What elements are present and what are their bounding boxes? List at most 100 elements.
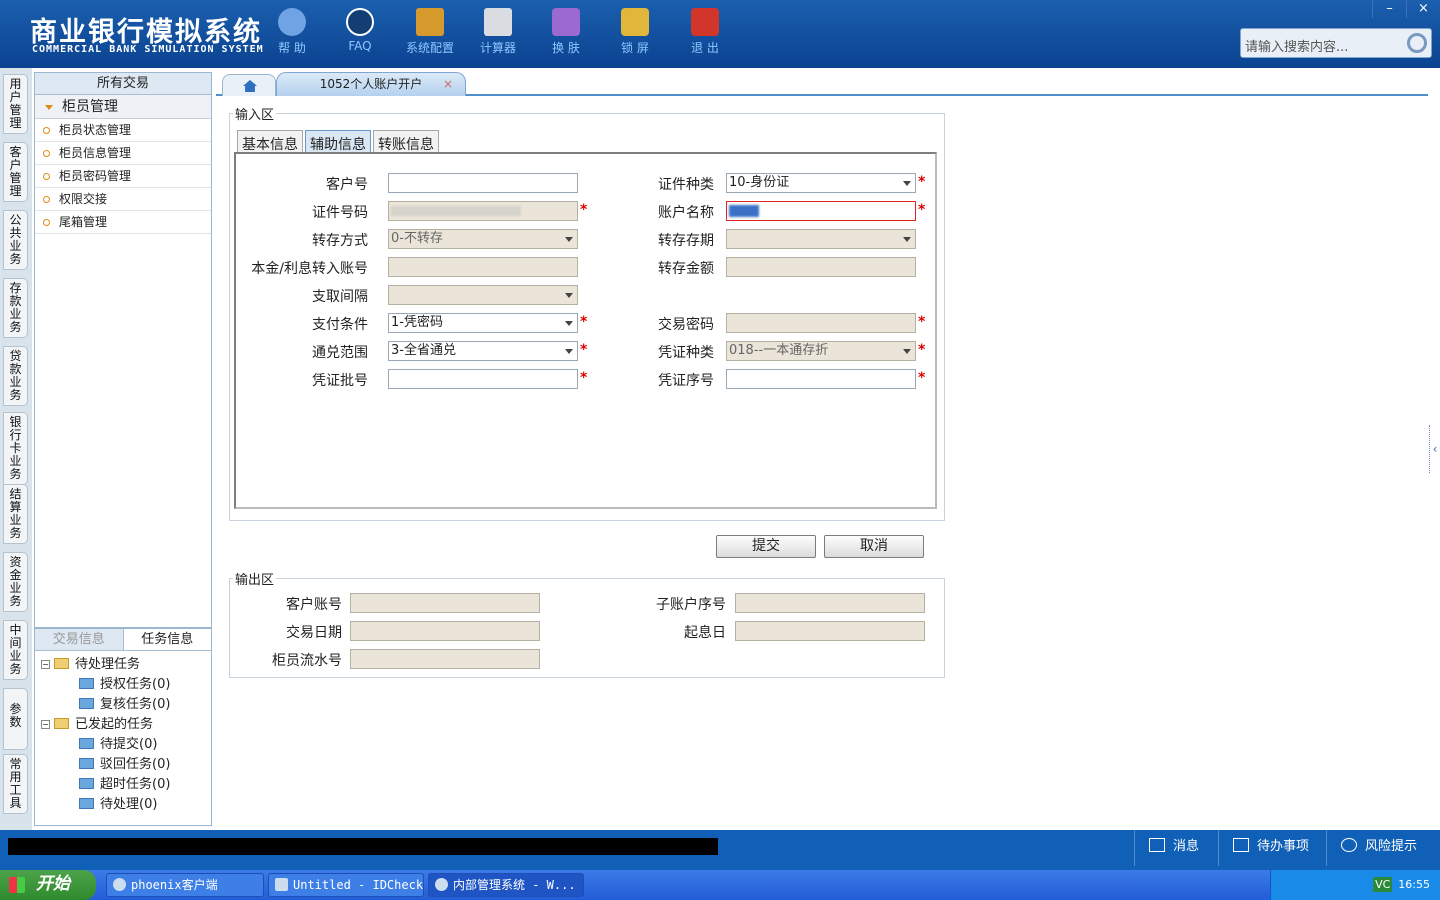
- collapse-icon[interactable]: −: [41, 720, 50, 729]
- nav-item-permission-handover[interactable]: 权限交接: [35, 188, 211, 211]
- taskbar-item-idcheck[interactable]: Untitled - IDCheck: [268, 873, 424, 897]
- messages-label: 消息: [1173, 839, 1200, 854]
- subtab-transfer-info[interactable]: 转账信息: [373, 130, 439, 153]
- tree-node-pending[interactable]: − 待处理任务: [41, 653, 140, 672]
- os-taskbar: 开始 phoenix客户端 Untitled - IDCheck 内部管理系统 …: [0, 870, 1440, 900]
- customer-account-label: 客户账号: [286, 597, 342, 613]
- help-button[interactable]: 帮 助: [262, 8, 322, 56]
- exit-button[interactable]: 退 出: [675, 8, 735, 56]
- nav-item-teller-password[interactable]: 柜员密码管理: [35, 165, 211, 188]
- calculator-button[interactable]: 计算器: [468, 8, 528, 56]
- voucher-serial-input[interactable]: [726, 369, 916, 389]
- close-window-button[interactable]: ×: [1406, 0, 1440, 18]
- tree-node-timeout[interactable]: 超时任务(0): [79, 773, 170, 792]
- account-name-input[interactable]: [726, 201, 916, 221]
- transaction-nav: 所有交易 柜员管理 柜员状态管理 柜员信息管理 柜员密码管理 权限交接 尾箱管理: [34, 72, 212, 628]
- skin-button[interactable]: 换 肤: [536, 8, 596, 56]
- speech-bubble-icon: [1341, 838, 1357, 852]
- nav-item-teller-info[interactable]: 柜员信息管理: [35, 142, 211, 165]
- taskbar-item-phoenix[interactable]: phoenix客户端: [106, 873, 264, 897]
- module-tab-loan[interactable]: 贷款业务: [3, 346, 28, 406]
- tab-task-info[interactable]: 任务信息: [122, 629, 211, 650]
- module-tab-tools[interactable]: 常用工具: [3, 754, 28, 814]
- todo-button[interactable]: 待办事项: [1218, 830, 1322, 866]
- folder-icon: [79, 798, 94, 809]
- customer-no-input[interactable]: [388, 173, 578, 193]
- lock-screen-label: 锁 屏: [621, 41, 649, 55]
- required-mark: *: [580, 370, 588, 386]
- rollover-amount-input[interactable]: [726, 257, 916, 277]
- nav-item-teller-status[interactable]: 柜员状态管理: [35, 119, 211, 142]
- search-icon[interactable]: [1407, 33, 1427, 53]
- principal-interest-account-input[interactable]: [388, 257, 578, 277]
- customer-no-label: 客户号: [326, 177, 368, 193]
- collapse-icon[interactable]: −: [41, 660, 50, 669]
- module-tab-customer-mgmt[interactable]: 客户管理: [3, 142, 28, 202]
- id-type-select[interactable]: 10-身份证: [726, 173, 916, 193]
- ie-icon: [435, 878, 448, 891]
- transaction-password-label: 交易密码: [658, 317, 714, 333]
- module-tab-params[interactable]: 参数: [3, 688, 28, 750]
- tree-label: 授权任务(0): [100, 677, 171, 692]
- id-number-input[interactable]: [388, 201, 578, 221]
- tray-app-icon[interactable]: VC: [1373, 877, 1393, 892]
- cancel-button[interactable]: 取消: [824, 535, 924, 558]
- module-tab-funds[interactable]: 资金业务: [3, 552, 28, 612]
- rollover-method-select[interactable]: 0-不转存: [388, 229, 578, 249]
- tab-1052-personal-account[interactable]: 1052个人账户开户 ×: [276, 72, 466, 96]
- output-area-legend: 输出区: [233, 569, 277, 588]
- module-tab-intermediary[interactable]: 中间业务: [3, 620, 28, 680]
- rollover-term-select[interactable]: [726, 229, 916, 249]
- tree-node-initiated[interactable]: − 已发起的任务: [41, 713, 153, 732]
- system-tray: VC 16:55: [1270, 870, 1440, 900]
- subtab-basic-info[interactable]: 基本信息: [237, 130, 303, 153]
- folder-icon: [54, 718, 69, 729]
- minimize-button[interactable]: –: [1372, 0, 1406, 18]
- nav-group-teller-mgmt[interactable]: 柜员管理: [35, 95, 211, 119]
- taskbar-label: Untitled - IDCheck: [293, 878, 424, 892]
- transaction-password-input[interactable]: [726, 313, 916, 333]
- tree-label: 驳回任务(0): [100, 757, 171, 772]
- home-tab[interactable]: [222, 74, 276, 96]
- tree-node-to-submit[interactable]: 待提交(0): [79, 733, 157, 752]
- tree-node-auth-tasks[interactable]: 授权任务(0): [79, 673, 170, 692]
- module-tab-public-business[interactable]: 公共业务: [3, 210, 28, 270]
- start-button[interactable]: 开始: [0, 870, 96, 900]
- messages-button[interactable]: 消息: [1134, 830, 1214, 866]
- collapse-right-panel-button[interactable]: ‹: [1429, 425, 1440, 473]
- exchange-range-select[interactable]: 3-全省通兑: [388, 341, 578, 361]
- tree-label: 已发起的任务: [75, 717, 154, 732]
- module-tab-bank-card[interactable]: 银行卡业务: [3, 412, 28, 485]
- system-config-button[interactable]: 系统配置: [400, 8, 460, 56]
- voucher-batch-label: 凭证批号: [312, 373, 368, 389]
- nav-item-tail-box[interactable]: 尾箱管理: [35, 211, 211, 234]
- risk-alert-button[interactable]: 风险提示: [1326, 830, 1436, 866]
- tree-node-review-tasks[interactable]: 复核任务(0): [79, 693, 170, 712]
- close-tab-icon[interactable]: ×: [443, 73, 453, 95]
- faq-label: FAQ: [348, 39, 372, 53]
- module-tab-user-mgmt[interactable]: 用户管理: [3, 74, 28, 134]
- redacted-value: [729, 205, 759, 217]
- voucher-batch-input[interactable]: [388, 369, 578, 389]
- tab-transaction-info[interactable]: 交易信息: [35, 629, 123, 650]
- module-tab-settlement[interactable]: 结算业务: [3, 484, 28, 544]
- faq-button[interactable]: FAQ: [330, 8, 390, 53]
- tree-node-rejected[interactable]: 驳回任务(0): [79, 753, 170, 772]
- lock-screen-button[interactable]: 锁 屏: [605, 8, 665, 56]
- app-subtitle: COMMERCIAL BANK SIMULATION SYSTEM: [32, 44, 264, 55]
- search-input[interactable]: 请输入搜索内容...: [1240, 28, 1432, 58]
- voucher-type-select[interactable]: 018--一本通存折: [726, 341, 916, 361]
- folder-icon: [79, 698, 94, 709]
- checkbox-icon: [1233, 838, 1249, 852]
- teller-serial-output: [350, 649, 540, 669]
- withdraw-interval-select[interactable]: [388, 285, 578, 305]
- taskbar-item-internal-mgmt[interactable]: 内部管理系统 - W...: [428, 873, 584, 897]
- subtab-auxiliary-info[interactable]: 辅助信息: [305, 130, 371, 153]
- submit-button[interactable]: 提交: [716, 535, 816, 558]
- tree-node-to-process[interactable]: 待处理(0): [79, 793, 157, 812]
- module-tab-deposit[interactable]: 存款业务: [3, 278, 28, 338]
- account-name-label: 账户名称: [658, 205, 714, 221]
- transaction-date-output: [350, 621, 540, 641]
- help-label: 帮 助: [278, 41, 306, 55]
- payment-condition-select[interactable]: 1-凭密码: [388, 313, 578, 333]
